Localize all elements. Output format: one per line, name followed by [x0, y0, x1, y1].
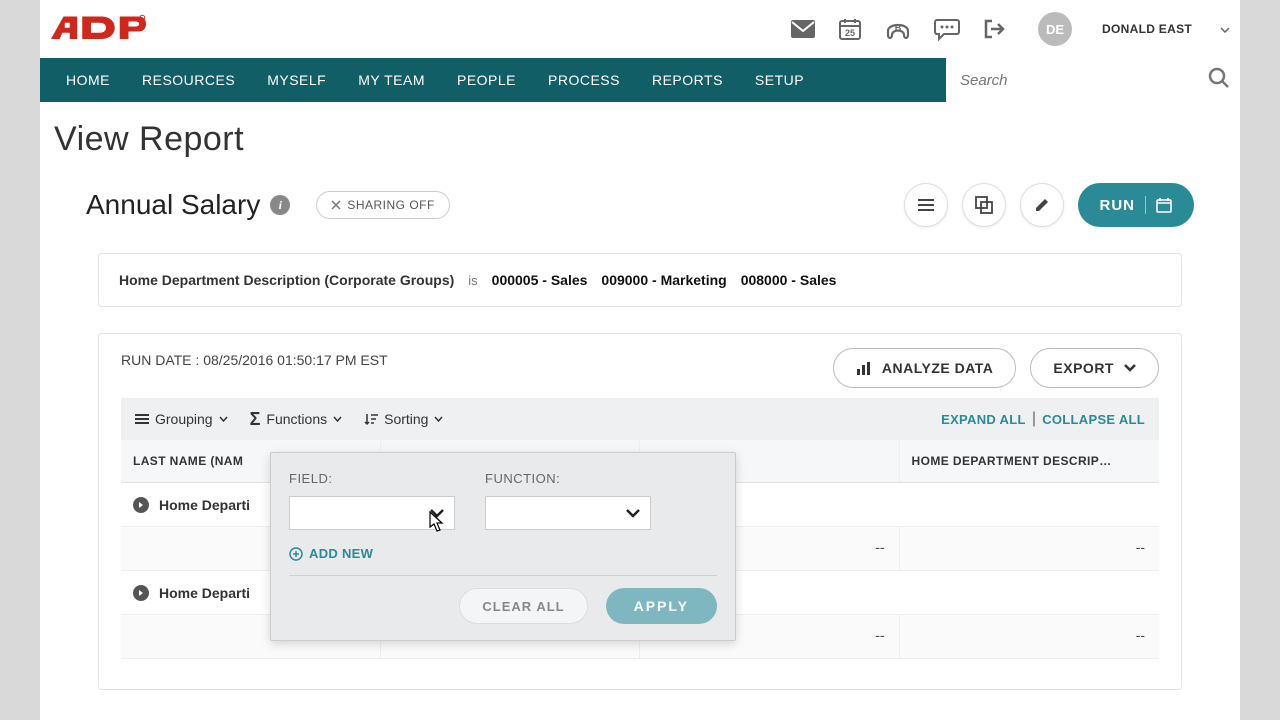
- nav-reports[interactable]: REPORTS: [636, 72, 739, 88]
- top-bar: 25 B DE DONALD EAST: [40, 0, 1240, 58]
- sharing-toggle[interactable]: SHARING OFF: [316, 191, 450, 219]
- filter-value-0: 000005 - Sales: [492, 272, 588, 288]
- sort-icon: [364, 412, 378, 426]
- run-date-label: RUN DATE :: [121, 352, 199, 368]
- field-select[interactable]: [289, 496, 455, 530]
- info-icon[interactable]: i: [270, 195, 290, 215]
- user-menu-caret-icon[interactable]: [1220, 20, 1230, 38]
- function-select[interactable]: [485, 496, 651, 530]
- nav-myself[interactable]: MYSELF: [251, 72, 342, 88]
- chevron-down-icon: [434, 416, 443, 422]
- run-label: RUN: [1100, 197, 1136, 214]
- chevron-down-icon: [1124, 364, 1136, 372]
- search-box[interactable]: [946, 58, 1240, 102]
- mail-icon[interactable]: [790, 19, 816, 39]
- chart-icon: [856, 361, 872, 375]
- chevron-down-icon: [626, 509, 640, 518]
- filter-operator: is: [468, 273, 477, 288]
- apply-button[interactable]: APPLY: [606, 588, 717, 624]
- copy-button[interactable]: [962, 183, 1006, 227]
- list-view-button[interactable]: [904, 183, 948, 227]
- nav-setup[interactable]: SETUP: [739, 72, 820, 88]
- group-label: Home Departi: [159, 585, 250, 601]
- run-button[interactable]: RUN: [1078, 183, 1195, 227]
- top-icon-bar: 25 B DE DONALD EAST: [790, 12, 1230, 46]
- svg-text:25: 25: [845, 28, 855, 38]
- functions-popover: FIELD: FUNCTION: ADD NEW CLEAR ALL APPLY: [270, 452, 736, 641]
- chevron-down-icon: [430, 509, 444, 518]
- functions-label: Functions: [266, 411, 327, 427]
- filter-field: Home Department Description (Corporate G…: [119, 272, 454, 288]
- search-input[interactable]: [960, 72, 1208, 89]
- field-label: FIELD:: [289, 471, 455, 486]
- hamburger-icon: [135, 413, 149, 425]
- nav-home[interactable]: HOME: [50, 72, 126, 88]
- sigma-icon: Σ: [250, 409, 261, 430]
- report-name: Annual Salary: [86, 189, 260, 221]
- collapse-all-link[interactable]: COLLAPSE ALL: [1042, 412, 1145, 427]
- grouping-menu[interactable]: Grouping: [135, 411, 228, 427]
- analyze-label: ANALYZE DATA: [882, 360, 994, 376]
- export-button[interactable]: EXPORT: [1030, 348, 1159, 388]
- sorting-menu[interactable]: Sorting: [364, 411, 443, 427]
- logout-icon[interactable]: [982, 17, 1006, 41]
- calendar-icon[interactable]: 25: [838, 17, 862, 41]
- close-icon: [331, 200, 341, 210]
- calendar-small-icon: [1156, 197, 1172, 213]
- expand-all-link[interactable]: EXPAND ALL: [941, 412, 1026, 427]
- report-header: Annual Salary i SHARING OFF RUN: [54, 183, 1226, 227]
- col-dept[interactable]: HOME DEPARTMENT DESCRIP…: [900, 440, 1159, 482]
- adp-logo[interactable]: [46, 11, 146, 47]
- export-label: EXPORT: [1053, 360, 1114, 376]
- add-new-label: ADD NEW: [309, 546, 373, 561]
- sharing-label: SHARING OFF: [347, 198, 435, 212]
- run-date-value: 08/25/2016 01:50:17 PM EST: [203, 352, 387, 368]
- plus-circle-icon: [289, 547, 303, 561]
- filter-value-1: 009000 - Marketing: [601, 272, 726, 288]
- grouping-label: Grouping: [155, 411, 213, 427]
- function-label: FUNCTION:: [485, 471, 651, 486]
- add-new-button[interactable]: ADD NEW: [289, 546, 717, 561]
- edit-button[interactable]: [1020, 183, 1064, 227]
- expand-group-icon[interactable]: [133, 497, 149, 513]
- search-icon[interactable]: [1208, 67, 1230, 94]
- nav-my-team[interactable]: MY TEAM: [342, 72, 441, 88]
- filter-summary: Home Department Description (Corporate G…: [98, 253, 1182, 307]
- bridge-icon[interactable]: B: [884, 17, 912, 41]
- username-label: DONALD EAST: [1102, 22, 1192, 36]
- avatar[interactable]: DE: [1038, 12, 1072, 46]
- chat-icon[interactable]: [934, 17, 960, 41]
- expand-group-icon[interactable]: [133, 585, 149, 601]
- chevron-down-icon: [219, 416, 228, 422]
- nav-people[interactable]: PEOPLE: [441, 72, 532, 88]
- sorting-label: Sorting: [384, 411, 428, 427]
- filter-value-2: 008000 - Sales: [741, 272, 837, 288]
- table-toolbar: Grouping Σ Functions Sorting EXPAND ALL …: [121, 398, 1159, 440]
- analyze-data-button[interactable]: ANALYZE DATA: [833, 348, 1017, 388]
- page-title: View Report: [54, 120, 1226, 159]
- main-nav: HOME RESOURCES MYSELF MY TEAM PEOPLE PRO…: [40, 58, 1240, 102]
- nav-resources[interactable]: RESOURCES: [126, 72, 251, 88]
- svg-text:B: B: [895, 23, 902, 33]
- clear-all-button[interactable]: CLEAR ALL: [459, 588, 587, 624]
- chevron-down-icon: [333, 416, 342, 422]
- separator: |: [1032, 410, 1036, 428]
- agg-cell: --: [900, 527, 1159, 570]
- nav-process[interactable]: PROCESS: [532, 72, 636, 88]
- group-label: Home Departi: [159, 497, 250, 513]
- functions-menu[interactable]: Σ Functions: [250, 409, 343, 430]
- agg-cell: --: [900, 615, 1159, 658]
